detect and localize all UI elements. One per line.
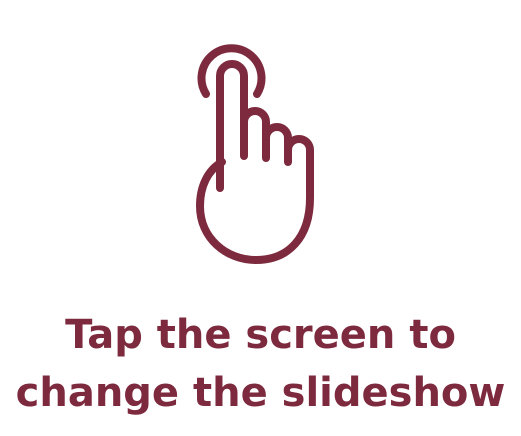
- instruction-text: Tap the screen to change the slideshow: [0, 306, 521, 422]
- instruction-line-1: Tap the screen to: [65, 312, 456, 358]
- slideshow-tap-screen[interactable]: Tap the screen to change the slideshow: [0, 0, 521, 436]
- tap-gesture-icon: [190, 38, 340, 268]
- instruction-line-2: change the slideshow: [15, 370, 506, 416]
